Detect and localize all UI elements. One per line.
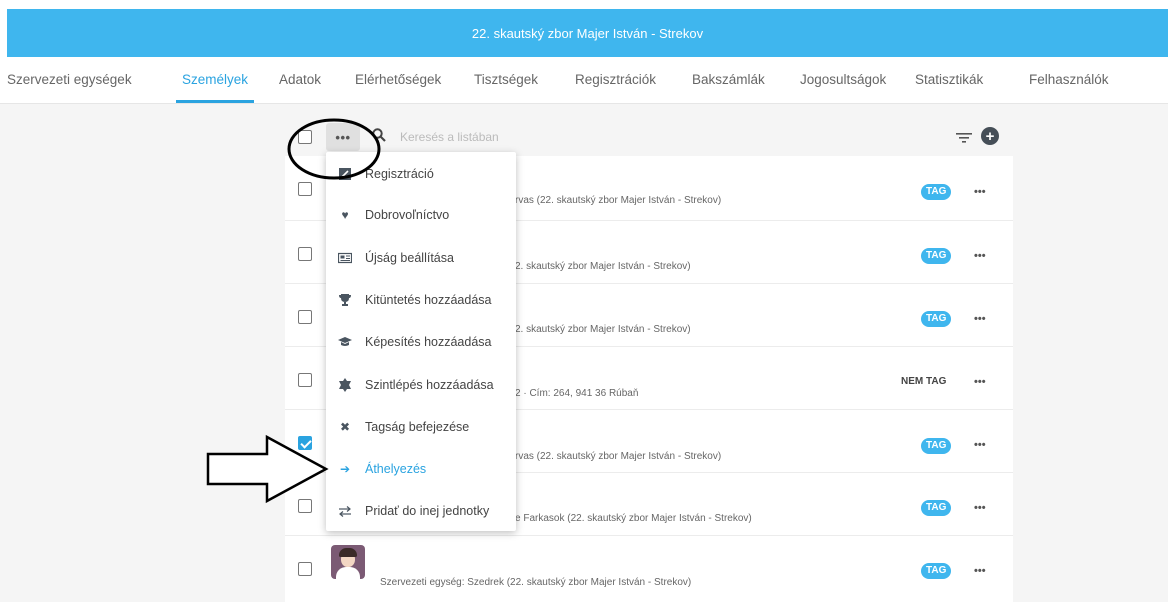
row-org-unit: 2. skautský zbor Majer István - Strekov)	[515, 261, 691, 272]
tab-statistics[interactable]: Statisztikák	[915, 57, 983, 103]
membership-badge: TAG	[921, 184, 952, 200]
menu-item-transfer[interactable]: ➔ Áthelyezés	[326, 449, 516, 489]
arrow-right-icon: ➔	[339, 462, 351, 476]
tab-organizational-units[interactable]: Szervezeti egységek	[7, 57, 132, 103]
row-address: 2 · Cím: 264, 941 36 Rúbaň	[515, 388, 639, 399]
search-icon	[372, 128, 386, 142]
row-checkbox[interactable]	[298, 562, 312, 576]
membership-badge: TAG	[921, 563, 952, 579]
list-toolbar: ••• +	[0, 104, 1168, 156]
menu-item-registration[interactable]: Regisztráció	[326, 154, 516, 194]
trophy-icon	[339, 294, 351, 306]
membership-badge: TAG	[921, 248, 952, 264]
bulk-actions-menu: Regisztráció ♥ Dobrovoľníctvo Újság beál…	[326, 152, 516, 531]
content-area: ••• + rvas (22. skautský zbor Majer Istv…	[0, 104, 1168, 602]
tab-contacts[interactable]: Elérhetőségek	[355, 57, 441, 103]
row-org-unit: rvas (22. skautský zbor Majer István - S…	[515, 195, 722, 206]
graduation-cap-icon	[338, 337, 352, 346]
newspaper-icon	[338, 252, 352, 264]
exchange-icon	[339, 506, 351, 517]
membership-badge: TAG	[921, 438, 952, 454]
menu-item-add-to-other-unit[interactable]: Pridať do inej jednotky	[326, 491, 516, 531]
row-more-button[interactable]: •••	[974, 250, 986, 262]
table-row[interactable]: Szervezeti egység: Szedrek (22. skautský…	[285, 535, 1013, 602]
row-checkbox[interactable]	[298, 373, 312, 387]
menu-item-add-award[interactable]: Kitüntetés hozzáadása	[326, 280, 516, 320]
badge-icon	[339, 378, 351, 392]
close-icon: ✖	[339, 420, 351, 434]
plus-circle-icon[interactable]: +	[981, 127, 999, 145]
row-org-unit: 2. skautský zbor Majer István - Strekov)	[515, 324, 691, 335]
membership-badge: TAG	[921, 500, 952, 516]
menu-item-end-membership[interactable]: ✖ Tagság befejezése	[326, 407, 516, 447]
select-all-checkbox[interactable]	[298, 130, 312, 144]
menu-item-add-qualification[interactable]: Képesítés hozzáadása	[326, 322, 516, 362]
row-checkbox[interactable]	[298, 310, 312, 324]
row-checkbox[interactable]	[298, 182, 312, 196]
tab-users[interactable]: Felhasználók	[1029, 57, 1109, 103]
top-header-bar: 22. skautský zbor Majer István - Strekov	[7, 9, 1168, 57]
organization-title: 22. skautský zbor Majer István - Strekov	[471, 25, 704, 41]
row-more-button[interactable]: •••	[974, 439, 986, 451]
row-more-button[interactable]: •••	[974, 565, 986, 577]
tab-positions[interactable]: Tisztségek	[474, 57, 538, 103]
main-nav-tabs: Szervezeti egységek Személyek Adatok Elé…	[0, 57, 1168, 104]
heart-icon: ♥	[341, 208, 349, 222]
edit-icon	[339, 168, 351, 180]
row-more-button[interactable]: •••	[974, 313, 986, 325]
bulk-actions-button[interactable]: •••	[326, 123, 360, 151]
row-checkbox[interactable]	[298, 247, 312, 261]
tab-permissions[interactable]: Jogosultságok	[800, 57, 886, 103]
tab-registrations[interactable]: Regisztrációk	[575, 57, 656, 103]
row-org-unit: rvas (22. skautský zbor Majer István - S…	[515, 451, 722, 462]
row-org-unit: e Farkasok (22. skautský zbor Majer Istv…	[515, 513, 752, 524]
menu-item-add-level[interactable]: Szintlépés hozzáadása	[326, 365, 516, 405]
search-input[interactable]	[398, 123, 702, 151]
membership-badge: TAG	[921, 311, 952, 327]
row-org-unit: Szervezeti egység: Szedrek (22. skautský…	[380, 577, 692, 588]
row-checkbox[interactable]	[298, 499, 312, 513]
filter-icon[interactable]	[956, 132, 972, 144]
membership-badge: NEM TAG	[901, 376, 947, 387]
row-more-button[interactable]: •••	[974, 376, 986, 388]
tab-bank-accounts[interactable]: Bakszámlák	[692, 57, 765, 103]
row-more-button[interactable]: •••	[974, 186, 986, 198]
tab-data[interactable]: Adatok	[279, 57, 321, 103]
menu-item-newspaper[interactable]: Újság beállítása	[326, 238, 516, 278]
avatar	[331, 545, 365, 579]
menu-item-volunteering[interactable]: ♥ Dobrovoľníctvo	[326, 195, 516, 235]
row-more-button[interactable]: •••	[974, 502, 986, 514]
tab-persons[interactable]: Személyek	[175, 57, 255, 103]
row-checkbox[interactable]	[298, 436, 312, 450]
